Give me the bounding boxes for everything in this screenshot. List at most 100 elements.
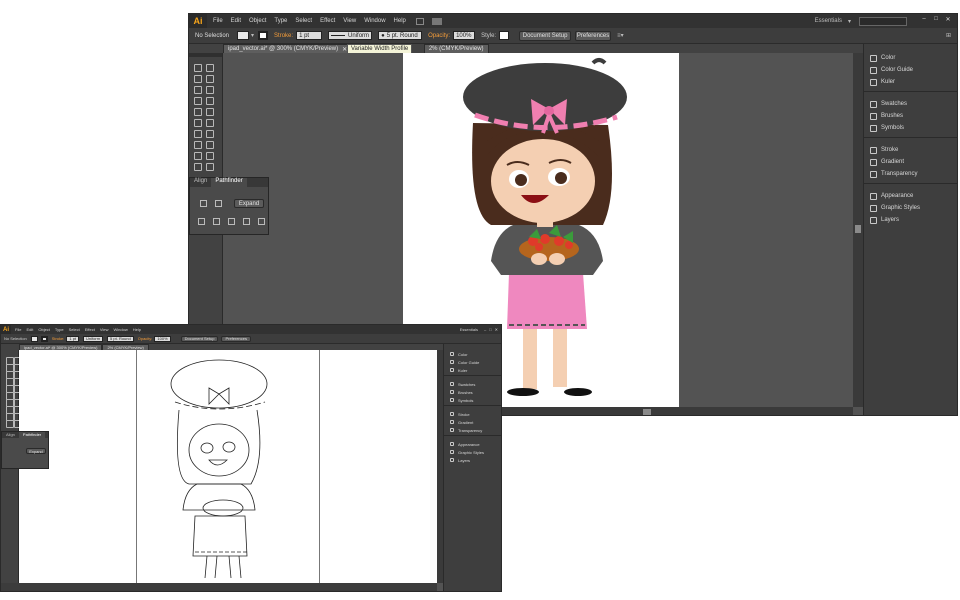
panel-item-layers[interactable]: Layers [444,456,501,464]
tool-icon[interactable] [5,363,14,372]
trim-icon[interactable] [213,218,220,225]
menu-select[interactable]: Select [295,18,312,24]
crop-icon[interactable] [243,218,250,225]
tab-pathfinder[interactable]: Pathfinder [211,178,247,187]
tool-icon[interactable] [193,162,202,171]
panel-item-graphic-styles[interactable]: Graphic Styles [864,202,957,214]
panel-item-transparency[interactable]: Transparency [444,426,501,434]
expand-button-2[interactable]: Expand [26,448,46,454]
tool-icon[interactable] [205,107,214,116]
profile-select-2[interactable]: Uniform [83,335,104,342]
opacity-field-2[interactable]: 100% [154,335,171,342]
close-icon[interactable]: ✕ [943,16,953,26]
panel-item-appearance[interactable]: Appearance [864,190,957,202]
control-options-icon[interactable]: ≡▾ [617,32,624,39]
vertical-scrollbar[interactable] [853,53,863,407]
tool-icon[interactable] [5,398,14,407]
menu-select-2[interactable]: Select [69,327,80,332]
divide-icon[interactable] [198,218,205,225]
tool-icon[interactable] [205,63,214,72]
panel-item-swatches[interactable]: Swatches [864,98,957,110]
tool-icon[interactable] [205,140,214,149]
brush-select-2[interactable]: 5 pt. Round [107,335,134,342]
tool-icon[interactable] [205,118,214,127]
minimize-icon-2[interactable]: – [484,327,486,332]
panel-item-swatches[interactable]: Swatches [444,380,501,388]
menu-help[interactable]: Help [394,18,406,24]
tool-icon[interactable] [5,370,14,379]
menu-effect[interactable]: Effect [320,18,335,24]
maximize-icon[interactable]: □ [931,16,941,26]
close-icon-2[interactable]: ✕ [495,327,498,332]
brush-definition-select[interactable]: ● 5 pt. Round [378,31,423,40]
graphic-style-swatch[interactable] [499,31,510,40]
menu-window-2[interactable]: Window [113,327,127,332]
panel-item-layers[interactable]: Layers [864,214,957,226]
stroke-swatch[interactable] [258,31,269,40]
preferences-button[interactable]: Preferences [575,30,612,41]
tool-icon[interactable] [5,405,14,414]
tool-icon[interactable] [193,96,202,105]
document-setup-button-2[interactable]: Document Setup [180,335,219,342]
menu-effect-2[interactable]: Effect [85,327,95,332]
menu-file-2[interactable]: File [15,327,21,332]
opacity-field[interactable]: 100% [453,31,476,40]
workspace-chevron-down-icon[interactable]: ▾ [848,18,851,25]
control-panel-menu-icon[interactable]: ⊞ [946,32,951,39]
panel-item-graphic-styles[interactable]: Graphic Styles [444,448,501,456]
stroke-label[interactable]: Stroke: [274,33,293,39]
search-help-input[interactable] [859,16,907,26]
tool-icon[interactable] [193,129,202,138]
menu-file[interactable]: File [213,18,223,24]
panel-item-gradient[interactable]: Gradient [864,156,957,168]
tool-icon[interactable] [13,370,22,379]
character-outline-illustration[interactable] [19,350,437,583]
panel-item-gradient[interactable]: Gradient [444,418,501,426]
fill-swatch-2[interactable] [30,335,38,342]
panel-item-kuler[interactable]: Kuler [444,366,501,374]
tool-icon[interactable] [205,151,214,160]
tool-icon[interactable] [13,398,22,407]
menu-view[interactable]: View [343,18,356,24]
panel-item-kuler[interactable]: Kuler [864,76,957,88]
tab-align[interactable]: Align [190,178,211,187]
tab-pathfinder-2[interactable]: Pathfinder [18,432,46,438]
unite-icon[interactable] [200,200,207,207]
panel-item-color-guide[interactable]: Color Guide [864,64,957,76]
tool-icon[interactable] [205,162,214,171]
tool-icon[interactable] [193,85,202,94]
tool-icon[interactable] [13,377,22,386]
minus-front-icon[interactable] [215,200,222,207]
tool-icon[interactable] [205,74,214,83]
variable-width-profile-select[interactable]: Uniform [328,31,373,40]
tool-icon[interactable] [5,377,14,386]
panel-item-color[interactable]: Color [864,52,957,64]
menu-type-2[interactable]: Type [55,327,64,332]
tool-icon[interactable] [205,129,214,138]
outline-icon[interactable] [258,218,265,225]
maximize-icon-2[interactable]: □ [489,327,491,332]
tool-icon[interactable] [13,405,22,414]
stroke-weight-field[interactable]: 1 pt [296,31,323,40]
tool-icon[interactable] [13,356,22,365]
tool-icon[interactable] [5,412,14,421]
menu-edit[interactable]: Edit [231,18,241,24]
tool-icon[interactable] [205,96,214,105]
menu-object[interactable]: Object [249,18,266,24]
panel-item-symbols[interactable]: Symbols [864,122,957,134]
tool-icon[interactable] [205,85,214,94]
tool-icon[interactable] [5,391,14,400]
tool-icon[interactable] [193,63,202,72]
opacity-label-2[interactable]: Opacity: [138,336,153,341]
fill-swatch[interactable] [237,31,250,40]
panel-item-symbols[interactable]: Symbols [444,396,501,404]
panel-item-transparency[interactable]: Transparency [864,168,957,180]
menu-object-2[interactable]: Object [38,327,50,332]
tool-icon[interactable] [13,391,22,400]
canvas-area-2[interactable] [19,350,437,583]
fill-chevron-down-icon[interactable]: ▾ [251,32,254,39]
expand-button[interactable]: Expand [234,199,264,208]
panel-item-color[interactable]: Color [444,350,501,358]
tool-icon[interactable] [193,74,202,83]
workspace-switcher-2[interactable]: Essentials [460,327,478,332]
